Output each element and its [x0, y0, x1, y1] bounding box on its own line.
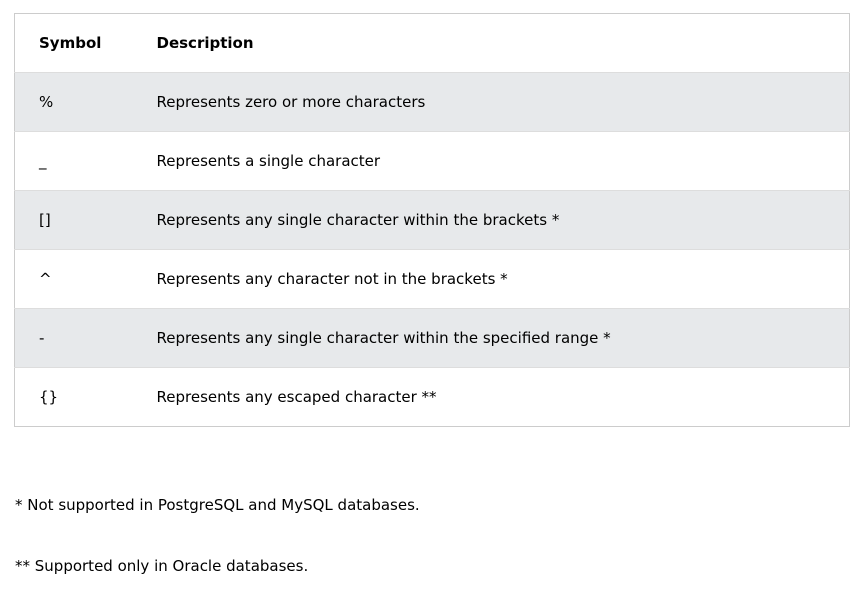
description-cell: Represents any single character within t… — [148, 190, 850, 250]
table-row: _ Represents a single character — [14, 131, 850, 191]
wildcard-symbols-table: Symbol Description % Represents zero or … — [14, 13, 850, 427]
column-header-description: Description — [148, 13, 850, 73]
symbol-cell: _ — [14, 131, 149, 191]
symbols-table-container: Symbol Description % Represents zero or … — [14, 13, 850, 427]
table-row: - Represents any single character within… — [14, 308, 850, 368]
symbol-cell: % — [14, 72, 149, 132]
table-row: % Represents zero or more characters — [14, 72, 850, 132]
footnote-oracle: ** Supported only in Oracle databases. — [15, 557, 309, 575]
table-row: ^ Represents any character not in the br… — [14, 249, 850, 309]
symbol-cell: - — [14, 308, 149, 368]
description-cell: Represents any escaped character ** — [148, 367, 850, 427]
symbol-cell: {} — [14, 367, 149, 427]
description-cell: Represents any single character within t… — [148, 308, 850, 368]
footnote-postgresql-mysql: * Not supported in PostgreSQL and MySQL … — [15, 496, 420, 514]
column-header-symbol: Symbol — [14, 13, 149, 73]
symbol-cell: ^ — [14, 249, 149, 309]
description-cell: Represents any character not in the brac… — [148, 249, 850, 309]
description-cell: Represents a single character — [148, 131, 850, 191]
description-cell: Represents zero or more characters — [148, 72, 850, 132]
symbol-cell: [] — [14, 190, 149, 250]
table-row: [] Represents any single character withi… — [14, 190, 850, 250]
table-header-row: Symbol Description — [14, 13, 850, 73]
table-row: {} Represents any escaped character ** — [14, 367, 850, 427]
